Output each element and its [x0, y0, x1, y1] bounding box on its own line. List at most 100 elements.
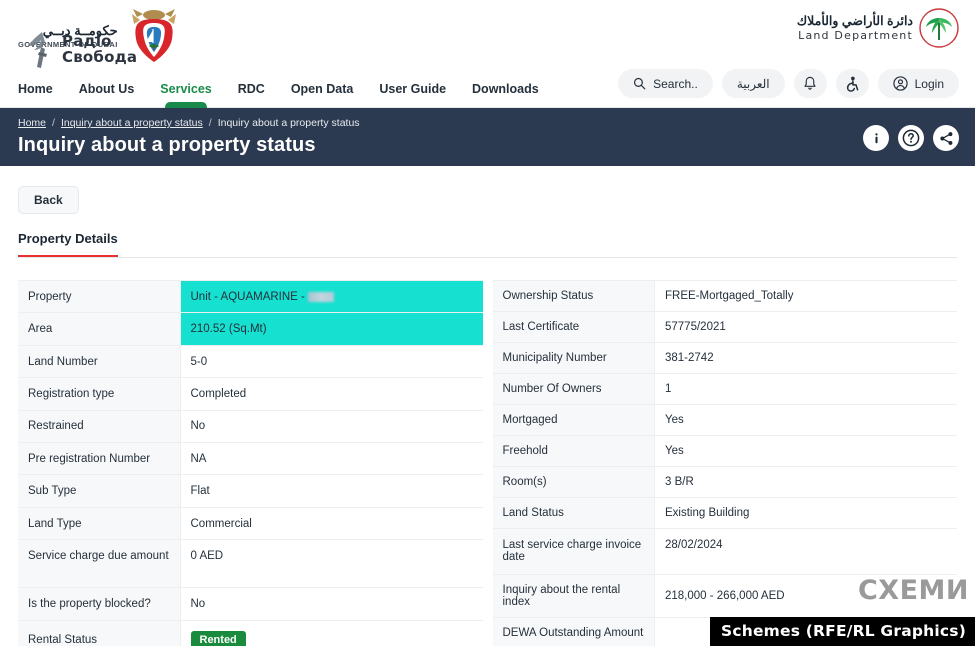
row-label: Is the property blocked? — [18, 587, 181, 621]
row-label: Land Status — [492, 497, 655, 529]
property-details-table-right: Ownership Status FREE-Mortgaged_Totally La… — [492, 280, 957, 646]
language-label: العربية — [736, 76, 770, 91]
row-label: Property — [18, 279, 181, 314]
row-value: 28/02/2024 — [654, 528, 957, 575]
language-toggle-button[interactable]: العربية — [721, 69, 785, 98]
table-row: Land Type Commercial — [18, 506, 483, 541]
header-actions: Search.. العربية Login — [618, 69, 959, 98]
row-label: Municipality Number — [492, 342, 655, 374]
table-row: Sub Type Flat — [18, 474, 483, 508]
row-value-text: 57775/2021 — [665, 321, 726, 333]
row-value-text: 5-0 — [190, 355, 208, 368]
table-row: Last Certificate 57775/2021 — [492, 311, 957, 343]
row-value: No — [180, 587, 483, 621]
row-label: Last Certificate — [492, 311, 655, 343]
breadcrumb-item-home[interactable]: Home — [18, 117, 46, 129]
government-of-dubai-logo[interactable]: حكومــة دبــي GOVERNMENT OF DUBAI — [18, 6, 184, 68]
tab-strip: Property Details — [18, 230, 957, 258]
login-button[interactable]: Login — [877, 69, 959, 98]
gov-logo-english: GOVERNMENT OF DUBAI — [18, 40, 118, 50]
user-circle-icon — [892, 76, 908, 91]
table-row: Pre registration Number NA — [18, 442, 483, 476]
table-row: Room(s) 3 B/R — [492, 466, 957, 498]
row-value-text: 381-2742 — [665, 352, 714, 364]
row-value-text: 218,000 - 266,000 AED — [665, 590, 785, 602]
row-value: 57775/2021 — [654, 311, 957, 343]
nav-item-about-us[interactable]: About Us — [79, 82, 135, 107]
row-value: Completed — [180, 377, 483, 411]
page-title: Inquiry about a property status — [18, 134, 316, 156]
nav-item-rdc[interactable]: RDC — [238, 82, 265, 107]
row-value: 210.52 (Sq.Mt) — [180, 312, 483, 346]
row-label: Rental Status — [18, 619, 181, 646]
nav-item-downloads[interactable]: Downloads — [472, 82, 539, 107]
notifications-button[interactable] — [793, 69, 827, 98]
row-value-text: 210.52 (Sq.Mt) — [190, 323, 267, 336]
row-label: Area — [18, 312, 181, 346]
row-label: Registration type — [18, 377, 181, 411]
row-value-text: 0 AED — [190, 550, 224, 563]
table-row: Municipality Number 381-2742 — [492, 342, 957, 374]
dubai-emblem-icon — [131, 9, 176, 62]
search-button[interactable]: Search.. — [618, 69, 713, 98]
row-label: Pre registration Number — [18, 442, 181, 476]
nav-item-home[interactable]: Home — [18, 82, 53, 107]
row-value: Rented — [180, 619, 483, 646]
page-content: Back Property Details Property Unit - AQU… — [0, 166, 975, 646]
row-value: Yes — [654, 435, 957, 467]
table-row: Area 210.52 (Sq.Mt) — [18, 312, 483, 346]
page-title-band: Home / Inquiry about a property status /… — [0, 108, 975, 166]
status-badge: Rented — [190, 630, 246, 646]
ld-logo-english: Land Department — [798, 29, 913, 43]
property-details-table-left: Property Unit - AQUAMARINE - Area 210.52 (… — [18, 279, 483, 646]
row-value-text: Yes — [665, 414, 684, 426]
nav-item-services[interactable]: Services — [160, 82, 211, 107]
accessibility-button[interactable] — [835, 69, 869, 98]
row-label: Freehold — [492, 435, 655, 467]
row-value-text: Yes — [665, 445, 684, 457]
row-value-text: No — [190, 598, 206, 611]
land-department-logo[interactable]: دائرة الأراضي والأملاك Land Department — [797, 8, 959, 48]
row-value-text: Unit - AQUAMARINE - — [190, 290, 309, 303]
table-row: Last service charge invoice date 28/02/20… — [492, 528, 957, 575]
nav-item-user-guide[interactable]: User Guide — [379, 82, 446, 107]
row-value-text: Completed — [190, 387, 247, 400]
breadcrumb-separator-1: / — [52, 117, 55, 129]
row-value-text: 28/02/2024 — [665, 539, 723, 551]
row-value: 1 — [654, 373, 957, 405]
info-icon[interactable] — [863, 125, 889, 151]
back-button[interactable]: Back — [18, 186, 79, 214]
help-icon[interactable] — [898, 125, 924, 151]
search-icon — [634, 77, 646, 90]
breadcrumb-separator-2: / — [208, 117, 212, 129]
row-value: 218,000 - 266,000 AED — [654, 574, 957, 618]
table-row: Number Of Owners 1 — [492, 373, 957, 405]
row-label: Service charge due amount — [18, 539, 181, 589]
tab-property-details[interactable]: Property Details — [18, 231, 118, 257]
table-row: Rental Status Rented — [18, 619, 483, 646]
row-value-text: Commercial — [190, 517, 252, 530]
table-row: Ownership Status FREE-Mortgaged_Totally — [492, 280, 957, 312]
table-row: Land Number 5-0 — [18, 344, 483, 379]
table-row: Restrained No — [18, 409, 483, 444]
table-row: Inquiry about the rental index 218,000 - … — [492, 574, 957, 618]
ld-logo-arabic: دائرة الأراضي والأملاك — [796, 13, 913, 28]
row-label: Restrained — [18, 409, 181, 444]
row-value: Flat — [180, 474, 483, 508]
redacted-block — [308, 291, 335, 302]
row-value: Unit - AQUAMARINE - — [180, 279, 483, 314]
bell-icon — [804, 76, 816, 90]
table-row: Mortgaged Yes — [492, 404, 957, 436]
table-row: Property Unit - AQUAMARINE - — [18, 279, 483, 314]
share-icon[interactable] — [933, 125, 959, 151]
row-value: 381-2742 — [654, 342, 957, 374]
breadcrumb-item-inquiry[interactable]: Inquiry about a property status — [61, 117, 203, 129]
row-value: 3 B/R — [654, 466, 957, 498]
table-row: DEWA Outstanding Amount — [492, 617, 957, 646]
row-value: Yes — [654, 404, 957, 436]
table-row: Is the property blocked? No — [18, 587, 483, 621]
ld-logo-text: دائرة الأراضي والأملاك Land Department — [797, 14, 913, 42]
page-action-icons — [863, 125, 959, 151]
row-label: Mortgaged — [492, 404, 655, 436]
nav-item-open-data[interactable]: Open Data — [291, 82, 354, 107]
